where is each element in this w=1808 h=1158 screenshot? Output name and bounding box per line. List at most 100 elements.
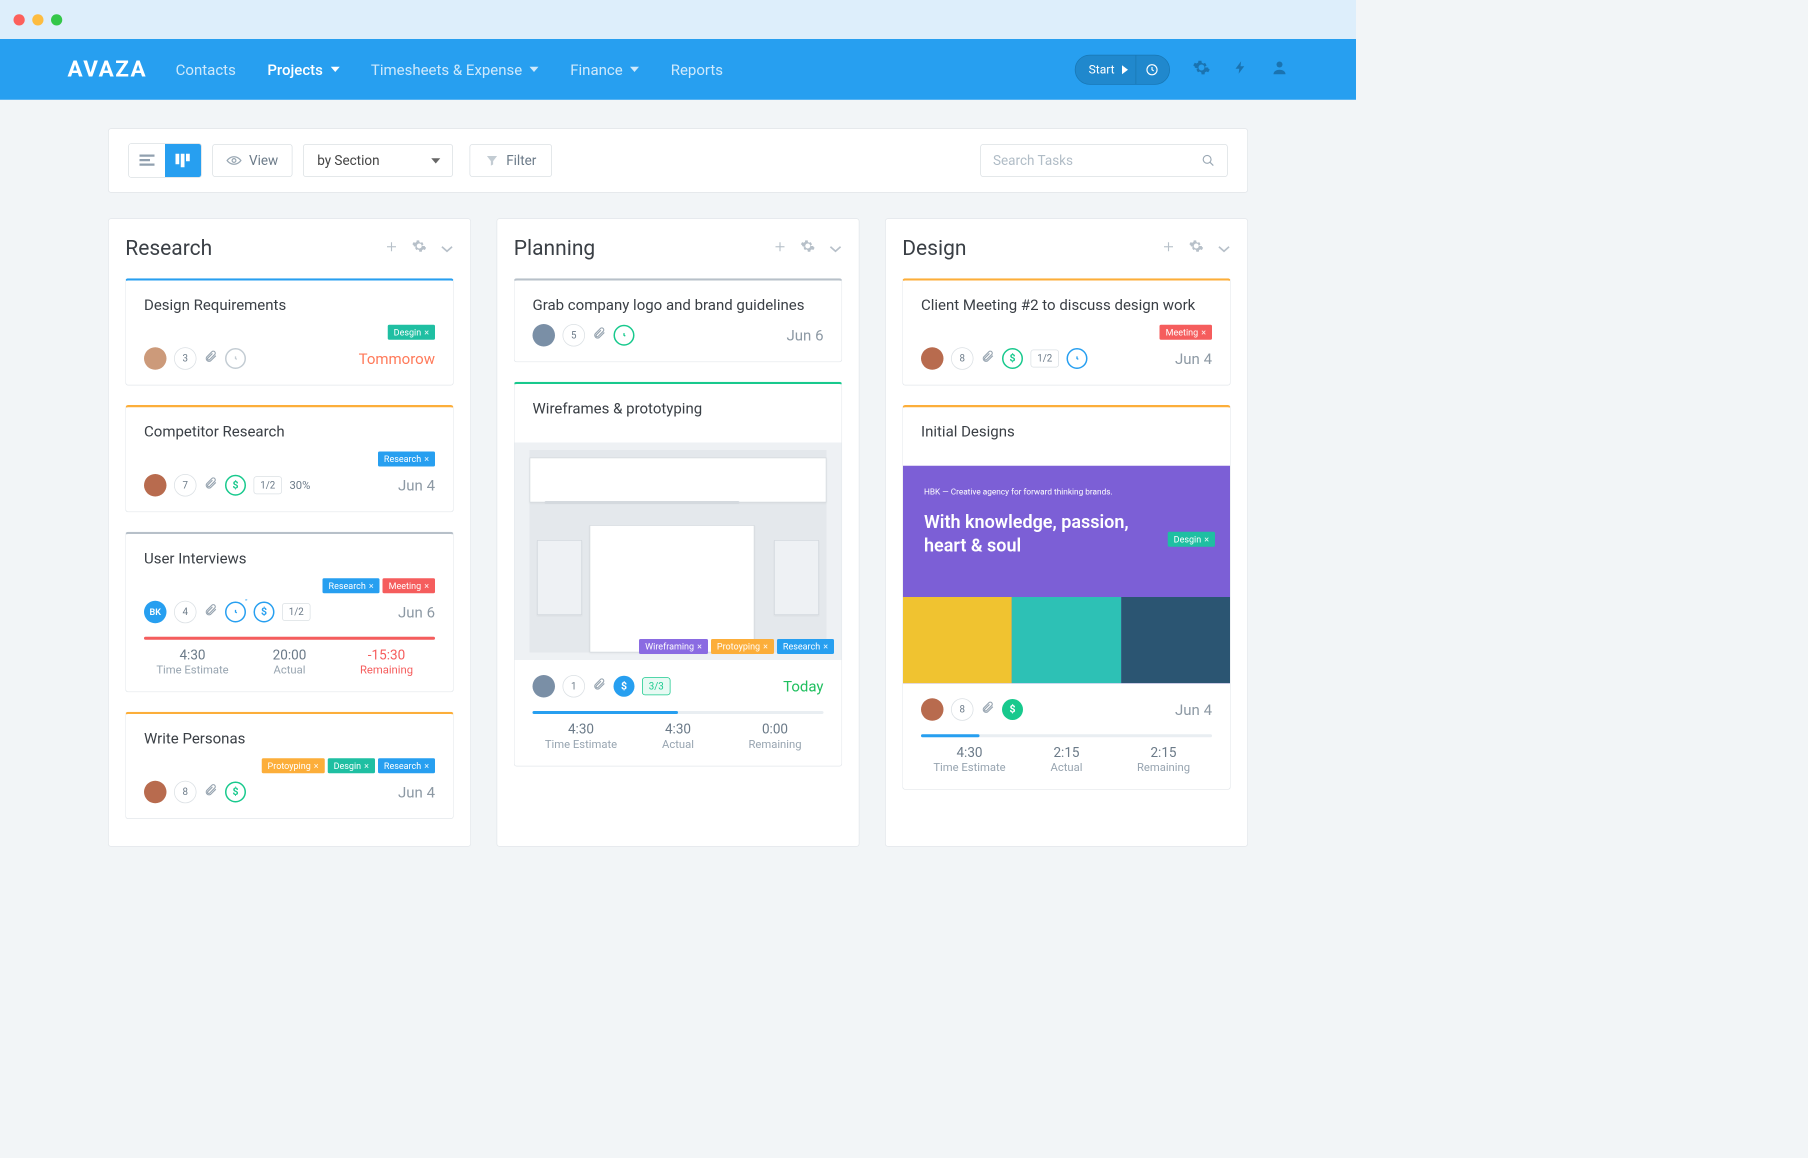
- comment-count[interactable]: 4: [174, 601, 197, 624]
- minimize-window-icon[interactable]: [32, 14, 43, 25]
- avatar[interactable]: [144, 474, 167, 497]
- tag-row: Research×Meeting×: [144, 578, 435, 594]
- chevron-down-icon[interactable]: [829, 239, 843, 257]
- avatar[interactable]: [921, 347, 944, 370]
- billable-icon: $: [1002, 699, 1023, 720]
- nav-projects[interactable]: Projects: [267, 60, 339, 78]
- task-card[interactable]: Client Meeting #2 to discuss design work…: [902, 278, 1231, 385]
- task-card[interactable]: Initial Designs HBK — Creative agency fo…: [902, 405, 1231, 790]
- task-card[interactable]: Competitor Research Research× 7 $1/230% …: [125, 405, 454, 512]
- progress-bar: [533, 711, 824, 714]
- comment-count[interactable]: 8: [951, 698, 974, 721]
- task-card[interactable]: Design Requirements Desgin× 3 Tommorow: [125, 278, 454, 385]
- bolt-icon[interactable]: [1233, 58, 1248, 81]
- card-thumbnail[interactable]: Wireframing×Protoyping×Research×: [515, 443, 842, 661]
- subtask-count[interactable]: 1/2: [1031, 350, 1059, 368]
- gear-icon[interactable]: [412, 239, 427, 258]
- hero-brand-label: HBK — Creative agency for forward thinki…: [924, 487, 1113, 497]
- avatar[interactable]: [921, 698, 944, 721]
- tag-row: Meeting×: [921, 324, 1212, 340]
- card-title: User Interviews: [144, 549, 435, 567]
- nav-contacts[interactable]: Contacts: [176, 60, 236, 78]
- billable-icon: $: [225, 475, 246, 496]
- avatar[interactable]: [533, 324, 556, 347]
- board-view-button[interactable]: [165, 144, 201, 177]
- hero-headline: With knowledge, passion, heart & soul: [924, 511, 1134, 558]
- top-nav: AVAZA Contacts Projects Timesheets & Exp…: [0, 39, 1356, 100]
- search-input[interactable]: [980, 144, 1228, 177]
- task-card[interactable]: User Interviews Research×Meeting× BK 4 "…: [125, 532, 454, 693]
- tag[interactable]: Meeting×: [383, 578, 435, 593]
- comment-count[interactable]: 8: [951, 347, 974, 370]
- task-card[interactable]: Grab company logo and brand guidelines 5…: [514, 278, 843, 362]
- add-card-icon[interactable]: [1162, 239, 1176, 257]
- card-title: Initial Designs: [921, 422, 1212, 440]
- tag[interactable]: Research×: [777, 639, 834, 654]
- attachment-icon[interactable]: [593, 676, 607, 697]
- due-date: Jun 4: [1175, 701, 1212, 719]
- timer-history-icon[interactable]: [1136, 55, 1168, 84]
- chevron-down-icon[interactable]: [1217, 239, 1231, 257]
- attachment-icon[interactable]: [204, 348, 218, 369]
- avatar[interactable]: [144, 347, 167, 370]
- tag[interactable]: Protoyping×: [711, 639, 774, 654]
- comment-count[interactable]: 7: [174, 474, 197, 497]
- tag[interactable]: Desgin×: [328, 758, 375, 773]
- add-card-icon[interactable]: [773, 239, 787, 257]
- comment-count[interactable]: 3: [174, 347, 197, 370]
- avatar[interactable]: [533, 675, 556, 698]
- subtask-count[interactable]: 1/2: [254, 476, 282, 494]
- gear-icon[interactable]: [1193, 58, 1211, 81]
- task-card[interactable]: Write Personas Protoyping×Desgin×Researc…: [125, 712, 454, 819]
- card-thumbnail[interactable]: HBK — Creative agency for forward thinki…: [903, 466, 1230, 684]
- add-card-icon[interactable]: [385, 239, 399, 257]
- comment-count[interactable]: 5: [563, 324, 586, 347]
- tag[interactable]: Desgin×: [1168, 532, 1215, 547]
- nav-reports[interactable]: Reports: [671, 60, 723, 78]
- avatar[interactable]: [144, 781, 167, 804]
- tag[interactable]: Research×: [378, 452, 435, 467]
- user-icon[interactable]: [1271, 58, 1289, 81]
- list-view-button[interactable]: [129, 144, 165, 177]
- billable-icon: $: [614, 676, 635, 697]
- due-date: Tommorow: [359, 350, 435, 368]
- logo[interactable]: AVAZA: [68, 56, 148, 82]
- tag[interactable]: Desgin×: [388, 325, 435, 340]
- tag[interactable]: Research×: [323, 578, 380, 593]
- card-meta: 1 $3/3 Today: [533, 675, 824, 698]
- avatar[interactable]: BK: [144, 601, 167, 624]
- card-title: Grab company logo and brand guidelines: [533, 296, 824, 314]
- close-window-icon[interactable]: [14, 14, 25, 25]
- tag[interactable]: Wireframing×: [639, 639, 708, 654]
- filter-button[interactable]: Filter: [469, 144, 552, 177]
- tag-row: Research×: [144, 451, 435, 467]
- nav-timesheets[interactable]: Timesheets & Expense: [371, 60, 539, 78]
- tag[interactable]: Meeting×: [1160, 325, 1212, 340]
- gear-icon[interactable]: [1189, 239, 1204, 258]
- gear-icon[interactable]: [800, 239, 815, 258]
- start-timer-button[interactable]: Start: [1074, 54, 1170, 84]
- search-icon: [1202, 154, 1216, 168]
- attachment-icon[interactable]: [204, 475, 218, 496]
- attachment-icon[interactable]: [981, 348, 995, 369]
- tag[interactable]: Research×: [378, 758, 435, 773]
- subtask-count[interactable]: 1/2: [282, 603, 310, 621]
- task-card[interactable]: Wireframes & prototyping Wireframing×Pro…: [514, 382, 843, 767]
- subtask-count[interactable]: 3/3: [642, 677, 670, 695]
- due-date: Jun 4: [398, 476, 435, 494]
- chevron-down-icon[interactable]: [440, 239, 454, 257]
- nav-finance[interactable]: Finance: [570, 60, 639, 78]
- tag[interactable]: Protoyping×: [262, 758, 325, 773]
- comment-count[interactable]: 8: [174, 781, 197, 804]
- view-mode-select[interactable]: by Section: [303, 144, 453, 177]
- comment-count[interactable]: 1: [563, 675, 586, 698]
- time-summary: 4:30Time Estimate 20:00Actual -15:30Rema…: [144, 647, 435, 676]
- attachment-icon[interactable]: [593, 325, 607, 346]
- card-meta: 8 $1/2 Jun 4: [921, 347, 1212, 370]
- attachment-icon[interactable]: [981, 699, 995, 720]
- attachment-icon[interactable]: [204, 782, 218, 803]
- card-meta: 7 $1/230% Jun 4: [144, 474, 435, 497]
- board-column: Research Design Requirements Desgin× 3 T…: [108, 218, 471, 847]
- attachment-icon[interactable]: [204, 602, 218, 623]
- maximize-window-icon[interactable]: [51, 14, 62, 25]
